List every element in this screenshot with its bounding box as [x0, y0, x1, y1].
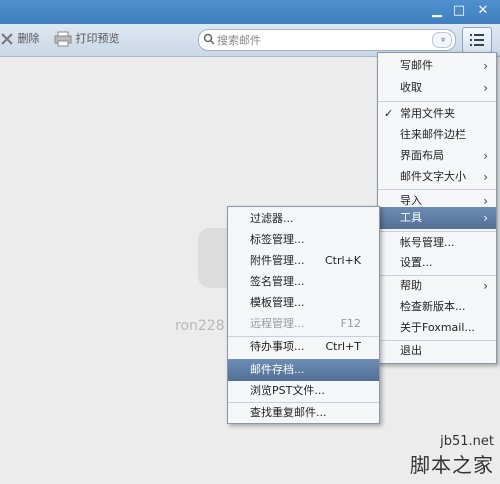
menu-item-label: 界面布局: [400, 149, 444, 162]
menu-item-label: 签名管理...: [250, 275, 305, 288]
menu-separator: [378, 101, 496, 102]
menu-item-find-duplicates[interactable]: 查找重复邮件...: [228, 402, 379, 424]
menu-item-label: 邮件文字大小: [400, 170, 466, 183]
site-watermark-url: jb51.net: [440, 434, 494, 449]
menu-item-label: 检查新版本...: [400, 300, 466, 313]
shortcut-label: Ctrl+T: [325, 340, 361, 353]
chevron-right-icon: ›: [483, 81, 488, 95]
menu-item-tools[interactable]: 工具 ›: [378, 207, 496, 229]
menu-item-label: 浏览PST文件...: [250, 384, 325, 397]
menu-item-label: 邮件存档...: [250, 363, 305, 376]
chevron-right-icon: ›: [483, 59, 488, 73]
chevron-right-icon: ›: [483, 279, 488, 293]
menu-item-label: 常用文件夹: [400, 107, 455, 120]
account-watermark: ron228: [175, 318, 225, 334]
menu-item-check-update[interactable]: 检查新版本...: [378, 296, 496, 318]
menu-item-about[interactable]: 关于Foxmail...: [378, 317, 496, 339]
maximize-button[interactable]: □: [450, 2, 468, 20]
menu-item-label: 待办事项...: [250, 340, 305, 353]
menu-item-label: 往来邮件边栏: [400, 128, 466, 141]
search-icon: [203, 33, 215, 45]
menu-item-help[interactable]: 帮助 ›: [378, 275, 496, 297]
menu-item-account-management[interactable]: 帐号管理...: [378, 232, 496, 254]
menu-item-attachment-management[interactable]: 附件管理... Ctrl+K: [228, 250, 379, 272]
menu-item-label: 设置...: [400, 256, 433, 269]
print-preview-button[interactable]: 打印预览: [54, 30, 120, 48]
menu-item-layout[interactable]: 界面布局 ›: [378, 145, 496, 167]
site-watermark: jb51.net 脚本之家: [410, 434, 494, 478]
menu-item-remote-management: 远程管理... F12: [228, 313, 379, 335]
search-box[interactable]: 搜索邮件 »: [198, 29, 456, 51]
menu-item-label: 查找重复邮件...: [250, 406, 327, 419]
menu-item-template-management[interactable]: 模板管理...: [228, 292, 379, 314]
menu-item-common-folders[interactable]: ✓ 常用文件夹: [378, 103, 496, 125]
menu-item-signature-management[interactable]: 签名管理...: [228, 271, 379, 293]
title-bar: ▁ □ ✕: [0, 0, 500, 24]
chevron-right-icon: ›: [483, 170, 488, 184]
chevron-right-icon: ›: [483, 211, 488, 225]
menu-item-label: 过滤器...: [250, 212, 294, 225]
menu-item-settings[interactable]: 设置...: [378, 252, 496, 274]
delete-icon: [1, 33, 13, 45]
menu-item-label: 标签管理...: [250, 233, 305, 246]
menu-item-browse-pst[interactable]: 浏览PST文件...: [228, 380, 379, 402]
menu-item-label: 收取: [400, 81, 422, 94]
site-watermark-name: 脚本之家: [410, 453, 494, 477]
main-menu: 写邮件 › 收取 › ✓ 常用文件夹 往来邮件边栏 界面布局 › 邮件文字大小 …: [377, 52, 497, 364]
menu-item-tag-management[interactable]: 标签管理...: [228, 229, 379, 251]
chevron-right-icon: ›: [483, 149, 488, 163]
menu-item-label: 附件管理...: [250, 254, 305, 267]
menu-item-label: 帐号管理...: [400, 236, 455, 249]
menu-item-label: 工具: [400, 211, 422, 224]
search-options-button[interactable]: »: [432, 32, 452, 48]
delete-button[interactable]: 删除: [0, 30, 40, 48]
shortcut-label: Ctrl+K: [324, 254, 361, 267]
menu-item-label: 模板管理...: [250, 296, 305, 309]
minimize-button[interactable]: ▁: [428, 2, 446, 20]
menu-item-receive[interactable]: 收取 ›: [378, 77, 496, 99]
menu-item-compose[interactable]: 写邮件 ›: [378, 55, 496, 77]
menu-item-mail-archive[interactable]: 邮件存档...: [228, 359, 379, 381]
printer-icon: [54, 31, 72, 47]
menu-item-label: 退出: [400, 344, 422, 357]
checkmark-icon: ✓: [384, 107, 394, 120]
tools-submenu: 过滤器... 标签管理... 附件管理... Ctrl+K 签名管理... 模板…: [227, 206, 380, 424]
menu-item-label: 帮助: [400, 279, 422, 292]
menu-icon: [470, 34, 484, 46]
menu-item-exit[interactable]: 退出: [378, 340, 496, 362]
menu-item-filters[interactable]: 过滤器...: [228, 208, 379, 230]
delete-label: 删除: [17, 32, 40, 45]
search-input[interactable]: 搜索邮件: [217, 32, 261, 48]
menu-item-font-size[interactable]: 邮件文字大小 ›: [378, 166, 496, 188]
menu-item-todo[interactable]: 待办事项... Ctrl+T: [228, 336, 379, 358]
menu-item-contacts-sidebar[interactable]: 往来邮件边栏: [378, 124, 496, 146]
menu-item-label: 写邮件: [400, 59, 433, 72]
print-preview-label: 打印预览: [75, 32, 120, 45]
close-button[interactable]: ✕: [474, 2, 492, 20]
menu-item-label: 远程管理...: [250, 317, 305, 330]
menu-item-label: 关于Foxmail...: [400, 321, 475, 334]
main-menu-button[interactable]: [462, 27, 492, 53]
chevron-down-icon: »: [437, 36, 448, 43]
shortcut-label: F12: [340, 317, 361, 330]
